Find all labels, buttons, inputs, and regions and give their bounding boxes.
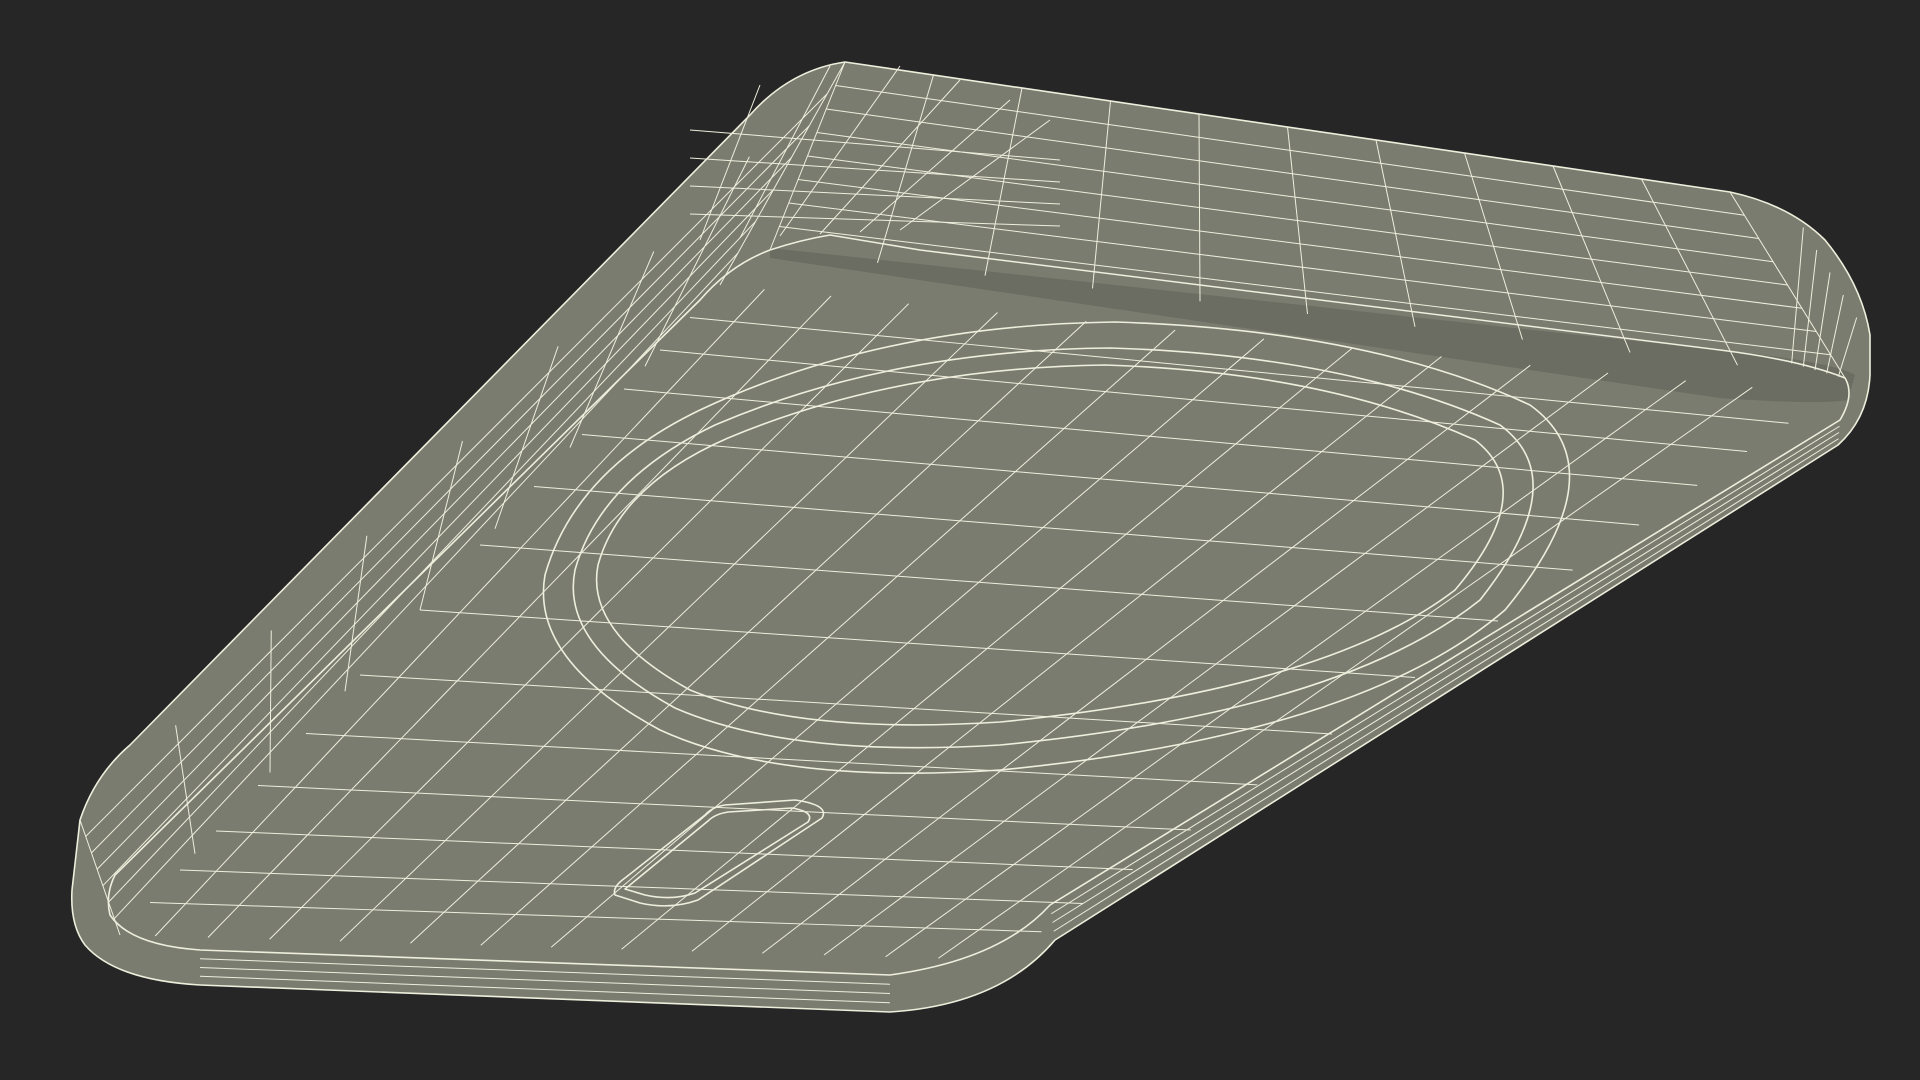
wireframe-model bbox=[70, 61, 1871, 1013]
render-viewport bbox=[0, 0, 1920, 1080]
case-body-surface bbox=[71, 62, 1871, 1012]
